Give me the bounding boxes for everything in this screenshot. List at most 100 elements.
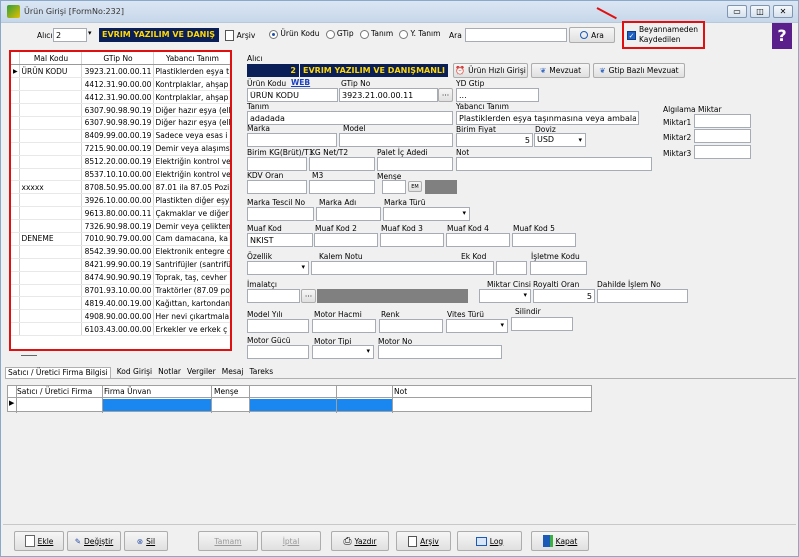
row-selector[interactable]: [11, 168, 20, 182]
tab-tareks[interactable]: Tareks: [249, 367, 273, 378]
row-selector[interactable]: [11, 77, 20, 92]
grid-scroll-indicator[interactable]: [21, 355, 37, 356]
mal-kodu-cell[interactable]: [19, 322, 82, 337]
kalem-notu-input[interactable]: [311, 261, 494, 275]
ara-input[interactable]: [465, 28, 567, 42]
yabanci-tanim-cell[interactable]: Plastiklerden eşya t: [153, 64, 230, 79]
ekle-button[interactable]: Ekle: [14, 531, 64, 551]
miktar-cinsi-select[interactable]: ▾: [479, 289, 531, 303]
table-row[interactable]: ▶ ÜRÜN KODU 3923.21.00.00.11 Plastiklerden …: [11, 64, 230, 79]
sil-button[interactable]: ⊗ Sil: [124, 531, 168, 551]
row-selector[interactable]: [11, 193, 20, 208]
gtip-no-cell[interactable]: 8537.10.10.00.00: [81, 168, 154, 182]
table-row[interactable]: 7215.90.00.00.19 Demir veya alaşımsı: [11, 142, 230, 156]
mense-input[interactable]: [382, 180, 406, 194]
radio-tanim[interactable]: Tanım: [359, 29, 393, 39]
alici-dropdown-button[interactable]: ▾: [88, 29, 97, 41]
gtip-no-cell[interactable]: 7326.90.98.00.19: [81, 219, 154, 233]
renk-input[interactable]: [379, 319, 443, 333]
mal-kodu-cell[interactable]: [19, 129, 82, 143]
m3-input[interactable]: [309, 180, 375, 194]
table-row[interactable]: 6307.90.98.90.19 Diğer hazır eşya (elb: [11, 116, 230, 130]
kapat-button[interactable]: Kapat: [531, 531, 589, 551]
row-selector[interactable]: [11, 309, 20, 324]
mal-kodu-cell[interactable]: ÜRÜN KODU: [19, 64, 82, 79]
gtip-lookup-button[interactable]: ···: [438, 88, 453, 102]
yabanci-tanim-cell[interactable]: Her nevi çıkartmala: [153, 309, 230, 324]
motor-tipi-select[interactable]: ▾: [312, 345, 374, 359]
mal-kodu-cell[interactable]: [19, 284, 82, 298]
palet-input[interactable]: [377, 157, 453, 171]
motor-no-input[interactable]: [378, 345, 502, 359]
dahilde-input[interactable]: [597, 289, 688, 303]
row-selector[interactable]: [11, 232, 20, 246]
marka-turu-select[interactable]: ▾: [383, 207, 470, 221]
mevzuat-button[interactable]: ❦ Mevzuat: [531, 63, 590, 78]
gtip-no-cell[interactable]: 7010.90.79.00.00: [81, 232, 154, 246]
muaf5-input[interactable]: [512, 233, 576, 247]
marka-adi-input[interactable]: [316, 207, 381, 221]
table-row[interactable]: 8421.99.90.00.19 Santrifüjler (santrifüj: [11, 258, 230, 272]
maximize-button[interactable]: ◫: [750, 5, 770, 18]
tab-vergiler[interactable]: Vergiler: [187, 367, 216, 378]
radio-urun-kodu[interactable]: Ürün Kodu: [269, 29, 320, 39]
gtip-no-cell[interactable]: 8421.99.90.00.19: [81, 258, 154, 272]
yabanci-tanim-cell[interactable]: Demir veya çelikten: [153, 219, 230, 233]
yabanci-tanim-cell[interactable]: Elektriğin kontrol ve: [153, 168, 230, 182]
row-selector[interactable]: [11, 129, 20, 143]
yabanci-tanim-cell[interactable]: Çakmaklar ve diğer: [153, 206, 230, 221]
table-row[interactable]: 9613.80.00.00.11 Çakmaklar ve diğer: [11, 206, 230, 221]
gtip-no-cell[interactable]: 8701.93.10.00.00: [81, 284, 154, 298]
vites-select[interactable]: ▾: [446, 319, 508, 333]
row-selector[interactable]: [11, 155, 20, 169]
gtip-no-cell[interactable]: 6103.43.00.00.00: [81, 322, 154, 337]
table-row[interactable]: 4819.40.00.19.00 Kağıttan, kartondan: [11, 296, 230, 311]
yabanci-tanim-cell[interactable]: Diğer hazır eşya (elb: [153, 116, 230, 130]
selected-cell-4[interactable]: [250, 399, 336, 411]
royalti-input[interactable]: [533, 289, 595, 303]
column-header-gtip-no[interactable]: GTip No: [81, 52, 154, 66]
yabanci-tanim-cell[interactable]: Erkekler ve erkek ç: [153, 322, 230, 337]
marka-tescil-input[interactable]: [247, 207, 314, 221]
table-row[interactable]: 3926.10.00.00.00 Plastikten diğer eşya: [11, 193, 230, 208]
column-header-firma-unvan[interactable]: Firma Ünvan: [104, 387, 151, 396]
yabanci-tanim-cell[interactable]: Traktörler (87.09 po: [153, 284, 230, 298]
mal-kodu-cell[interactable]: [19, 116, 82, 130]
miktar1-input[interactable]: [694, 114, 751, 128]
mal-kodu-cell[interactable]: [19, 155, 82, 169]
mal-kodu-cell[interactable]: [19, 309, 82, 324]
table-row[interactable]: 8409.99.00.00.19 Sadece veya esas i: [11, 129, 230, 143]
kdv-input[interactable]: [247, 180, 307, 194]
gtip-no-cell[interactable]: 7215.90.00.00.19: [81, 142, 154, 156]
gtip-no-cell[interactable]: 8542.39.90.00.00: [81, 245, 154, 259]
close-button[interactable]: ✕: [773, 5, 793, 18]
tab-satici-uretici[interactable]: Satıcı / Üretici Firma Bilgisi: [5, 367, 111, 378]
ara-button[interactable]: Ara: [569, 27, 615, 43]
radio-gtip[interactable]: GTip: [325, 29, 354, 39]
column-header-mal-kodu[interactable]: Mal Kodu: [19, 52, 82, 66]
motor-hacmi-input[interactable]: [312, 319, 376, 333]
miktar3-input[interactable]: [694, 145, 751, 159]
row-selector[interactable]: [11, 116, 20, 130]
gtip-no-cell[interactable]: 4908.90.00.00.00: [81, 309, 154, 324]
row-selector[interactable]: [11, 296, 20, 311]
gtip-bazli-mevzuat-button[interactable]: ❦ Gtip Bazlı Mevzuat: [593, 63, 685, 78]
marka-input[interactable]: [247, 133, 337, 147]
ozellik-select[interactable]: ▾: [247, 261, 309, 275]
table-row[interactable]: 8542.39.90.00.00 Elektronik entegre d: [11, 245, 230, 259]
gtip-no-cell[interactable]: 4412.31.90.00.00: [81, 77, 154, 92]
yazdir-button[interactable]: ⎙ Yazdır: [331, 531, 389, 551]
mense-lookup-button[interactable]: EM: [408, 181, 422, 192]
yabanci-tanim-cell[interactable]: Toprak, taş, cevher: [153, 271, 230, 285]
mal-kodu-cell[interactable]: [19, 142, 82, 156]
isletme-kodu-input[interactable]: [530, 261, 587, 275]
table-row[interactable]: 8512.20.00.00.19 Elektriğin kontrol ve: [11, 155, 230, 169]
selected-cell-firma-unvan[interactable]: [103, 399, 211, 411]
row-selector[interactable]: [11, 258, 20, 272]
row-selector[interactable]: [11, 206, 20, 221]
mal-kodu-cell[interactable]: [19, 206, 82, 221]
row-selector[interactable]: [11, 90, 20, 105]
arsiv-button[interactable]: Arşiv: [221, 27, 259, 43]
alici-input[interactable]: [53, 28, 87, 42]
table-row[interactable]: 8701.93.10.00.00 Traktörler (87.09 po: [11, 284, 230, 298]
